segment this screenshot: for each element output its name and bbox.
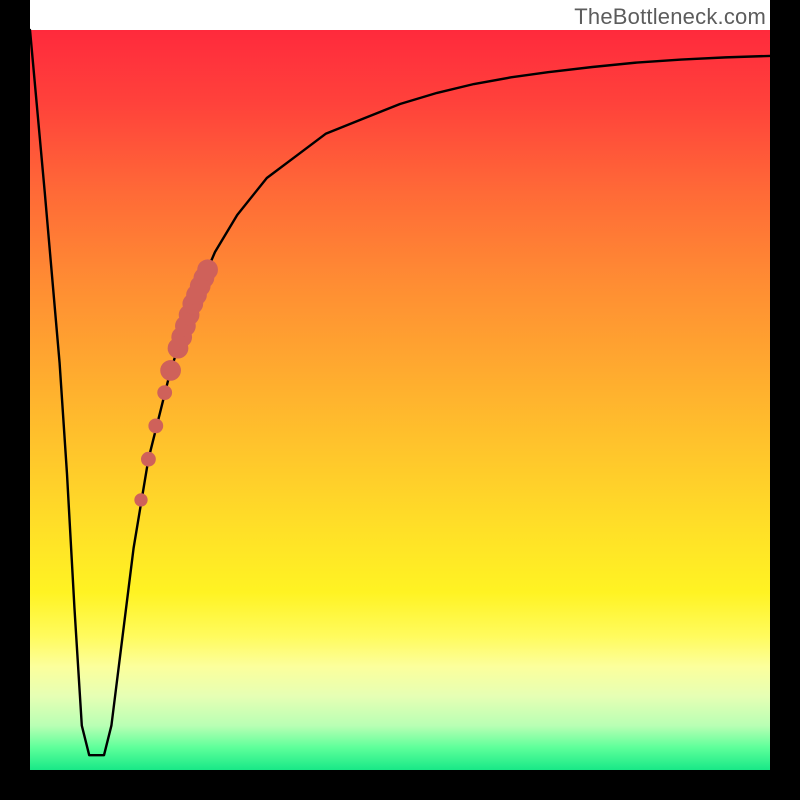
chart-container: TheBottleneck.com bbox=[0, 0, 800, 800]
curve-marker bbox=[160, 360, 181, 381]
curve-marker bbox=[157, 385, 172, 400]
curve-marker bbox=[148, 419, 163, 434]
y-axis-bar-right bbox=[770, 0, 800, 800]
curve-marker bbox=[141, 452, 156, 467]
curve-marker bbox=[134, 493, 147, 506]
y-axis-bar-left bbox=[0, 0, 30, 800]
bottleneck-curve bbox=[30, 30, 770, 755]
chart-svg bbox=[30, 30, 770, 770]
curve-marker bbox=[197, 259, 218, 280]
attribution-label: TheBottleneck.com bbox=[574, 4, 766, 30]
x-axis-bar bbox=[0, 770, 800, 800]
